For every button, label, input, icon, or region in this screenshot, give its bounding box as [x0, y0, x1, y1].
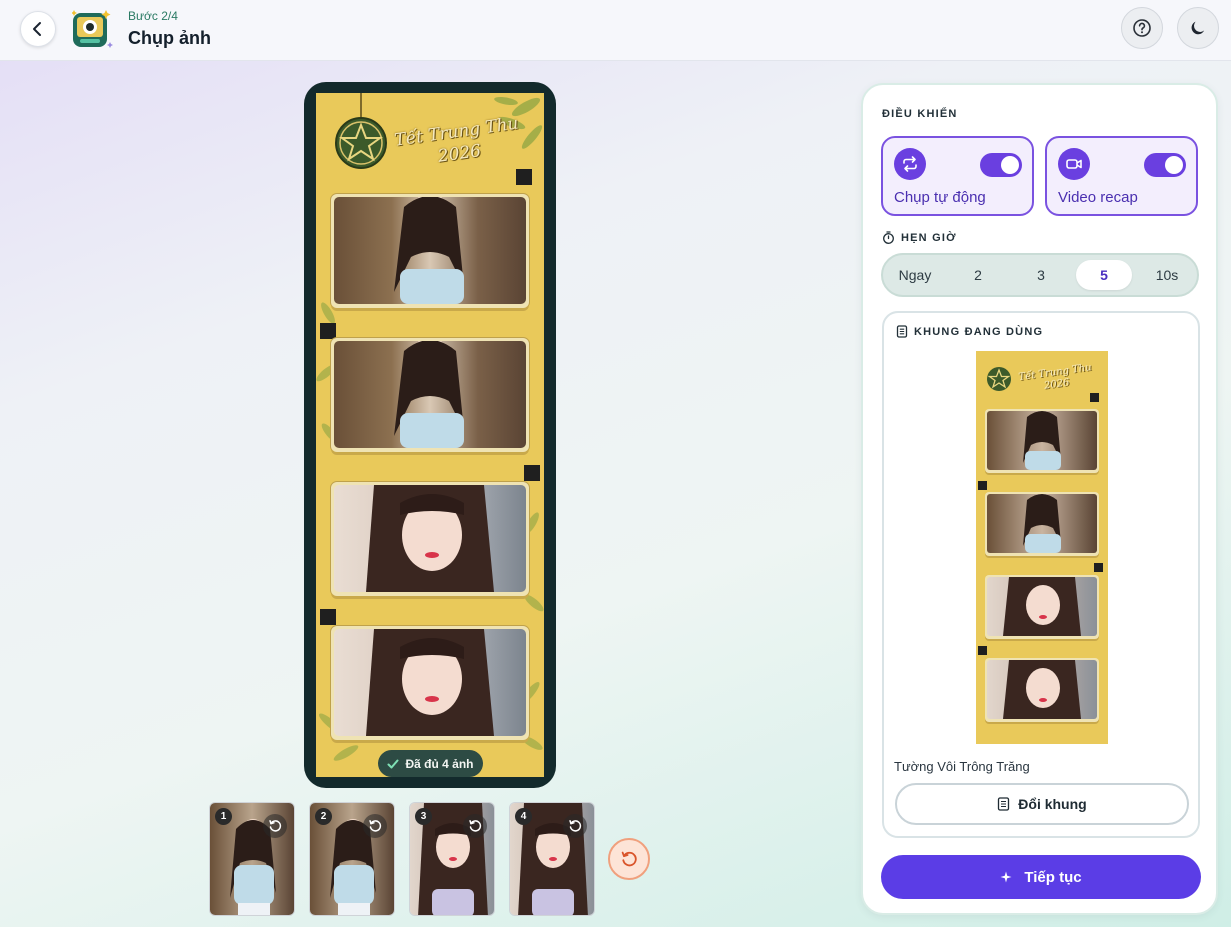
star-lantern-icon: [335, 93, 387, 169]
timer-label: HẸN GIỜ: [901, 231, 957, 244]
strip-photo-slot: [331, 338, 529, 452]
thumbnail-2[interactable]: 2: [309, 802, 395, 916]
sparkle-icon: [1000, 871, 1012, 883]
retake-icon: [469, 820, 482, 832]
video-recap-switch[interactable]: [1144, 153, 1186, 177]
retake-button[interactable]: [363, 814, 387, 838]
frame-section-label: KHUNG ĐANG DÙNG: [896, 325, 1043, 338]
control-panel: ĐIỀU KHIỂN Chụp tự động Video recap HẸN …: [861, 83, 1218, 915]
mini-strip-title: Tết Trung Thu 2026: [1015, 362, 1098, 397]
check-icon: [387, 759, 399, 768]
corner-ornament-icon: [516, 169, 532, 185]
help-icon: [1133, 19, 1151, 37]
app-logo-icon: [72, 10, 113, 48]
corner-ornament-icon: [1090, 393, 1099, 402]
timer-option-10s[interactable]: 10s: [1139, 260, 1195, 290]
strip-photo-slot: [331, 194, 529, 308]
reset-all-button[interactable]: [608, 838, 650, 880]
thumbnail-number: 1: [215, 808, 232, 825]
corner-ornament-icon: [978, 481, 987, 490]
video-camera-icon: [1066, 159, 1082, 169]
timer-option-3[interactable]: 3: [1013, 260, 1069, 290]
corner-ornament-icon: [320, 609, 336, 625]
strip-photo-3: [334, 485, 526, 592]
stopwatch-icon: [883, 231, 894, 244]
auto-capture-icon-wrap: [894, 148, 926, 180]
moon-icon: [1191, 21, 1205, 35]
document-icon: [896, 325, 908, 338]
auto-capture-label: Chụp tự động: [894, 189, 986, 206]
theme-toggle-button[interactable]: [1177, 7, 1219, 49]
frame-preview-image: Tết Trung Thu 2026: [976, 351, 1108, 744]
retake-button[interactable]: [263, 814, 287, 838]
mini-photo-slot: [985, 575, 1099, 639]
auto-capture-toggle[interactable]: Chụp tự động: [881, 136, 1034, 216]
strip-photo-4: [334, 629, 526, 736]
frame-label: KHUNG ĐANG DÙNG: [914, 325, 1044, 338]
timer-option-now[interactable]: Ngay: [887, 260, 943, 290]
change-frame-button[interactable]: Đổi khung: [895, 783, 1189, 825]
help-button[interactable]: [1121, 7, 1163, 49]
timer-selector: Ngay 2 3 5 10s: [881, 253, 1199, 297]
change-frame-label: Đổi khung: [1018, 796, 1087, 812]
strip-photo-1: [334, 197, 526, 304]
back-button[interactable]: [20, 11, 56, 47]
chevron-left-icon: [33, 22, 41, 36]
top-bar: Bước 2/4 Chụp ảnh: [0, 0, 1231, 61]
thumbnail-number: 3: [415, 808, 432, 825]
continue-label: Tiếp tục: [1024, 868, 1082, 886]
retake-button[interactable]: [463, 814, 487, 838]
retake-button[interactable]: [563, 814, 587, 838]
retake-icon: [269, 820, 282, 832]
reset-icon: [621, 851, 637, 867]
mini-photo-slot: [985, 658, 1099, 722]
mini-strip-year: 2026: [1043, 377, 1071, 392]
timer-option-5[interactable]: 5: [1076, 260, 1132, 290]
thumbnail-number: 2: [315, 808, 332, 825]
timer-option-2[interactable]: 2: [950, 260, 1006, 290]
thumbnail-3[interactable]: 3: [409, 802, 495, 916]
strip-photo-slot: [331, 626, 529, 740]
strip-photo-slot: [331, 482, 529, 596]
step-indicator: Bước 2/4: [128, 9, 178, 23]
repeat-icon: [903, 156, 917, 172]
frame-name: Tường Vôi Trông Trăng: [894, 759, 1030, 774]
auto-capture-switch[interactable]: [980, 153, 1022, 177]
corner-ornament-icon: [320, 323, 336, 339]
timer-section-label: HẸN GIỜ: [882, 231, 957, 244]
photo-strip-preview: Tết Trung Thu 2026: [304, 82, 556, 788]
thumbnail-1[interactable]: 1: [209, 802, 295, 916]
video-recap-label: Video recap: [1058, 189, 1138, 206]
continue-button[interactable]: Tiếp tục: [881, 855, 1201, 899]
thumbnail-number: 4: [515, 808, 532, 825]
photos-complete-badge: Đã đủ 4 ảnh: [378, 750, 483, 777]
page-title: Chụp ảnh: [128, 28, 211, 48]
current-frame-card: KHUNG ĐANG DÙNG Tết Trung Thu 2026 Tường …: [882, 311, 1200, 838]
corner-ornament-icon: [1094, 563, 1103, 572]
corner-ornament-icon: [978, 646, 987, 655]
star-lantern-icon: [987, 367, 1011, 391]
video-recap-icon-wrap: [1058, 148, 1090, 180]
retake-icon: [569, 820, 582, 832]
document-icon: [998, 797, 1010, 811]
corner-ornament-icon: [524, 465, 540, 481]
mini-photo-slot: [985, 492, 1099, 556]
thumbnail-4[interactable]: 4: [509, 802, 595, 916]
mini-photo-slot: [985, 409, 1099, 473]
photos-complete-label: Đã đủ 4 ảnh: [405, 756, 474, 771]
controls-section-label: ĐIỀU KHIỂN: [882, 108, 958, 120]
video-recap-toggle[interactable]: Video recap: [1045, 136, 1198, 216]
retake-icon: [369, 820, 382, 832]
strip-photo-2: [334, 341, 526, 448]
photo-strip: Tết Trung Thu 2026: [316, 93, 544, 777]
